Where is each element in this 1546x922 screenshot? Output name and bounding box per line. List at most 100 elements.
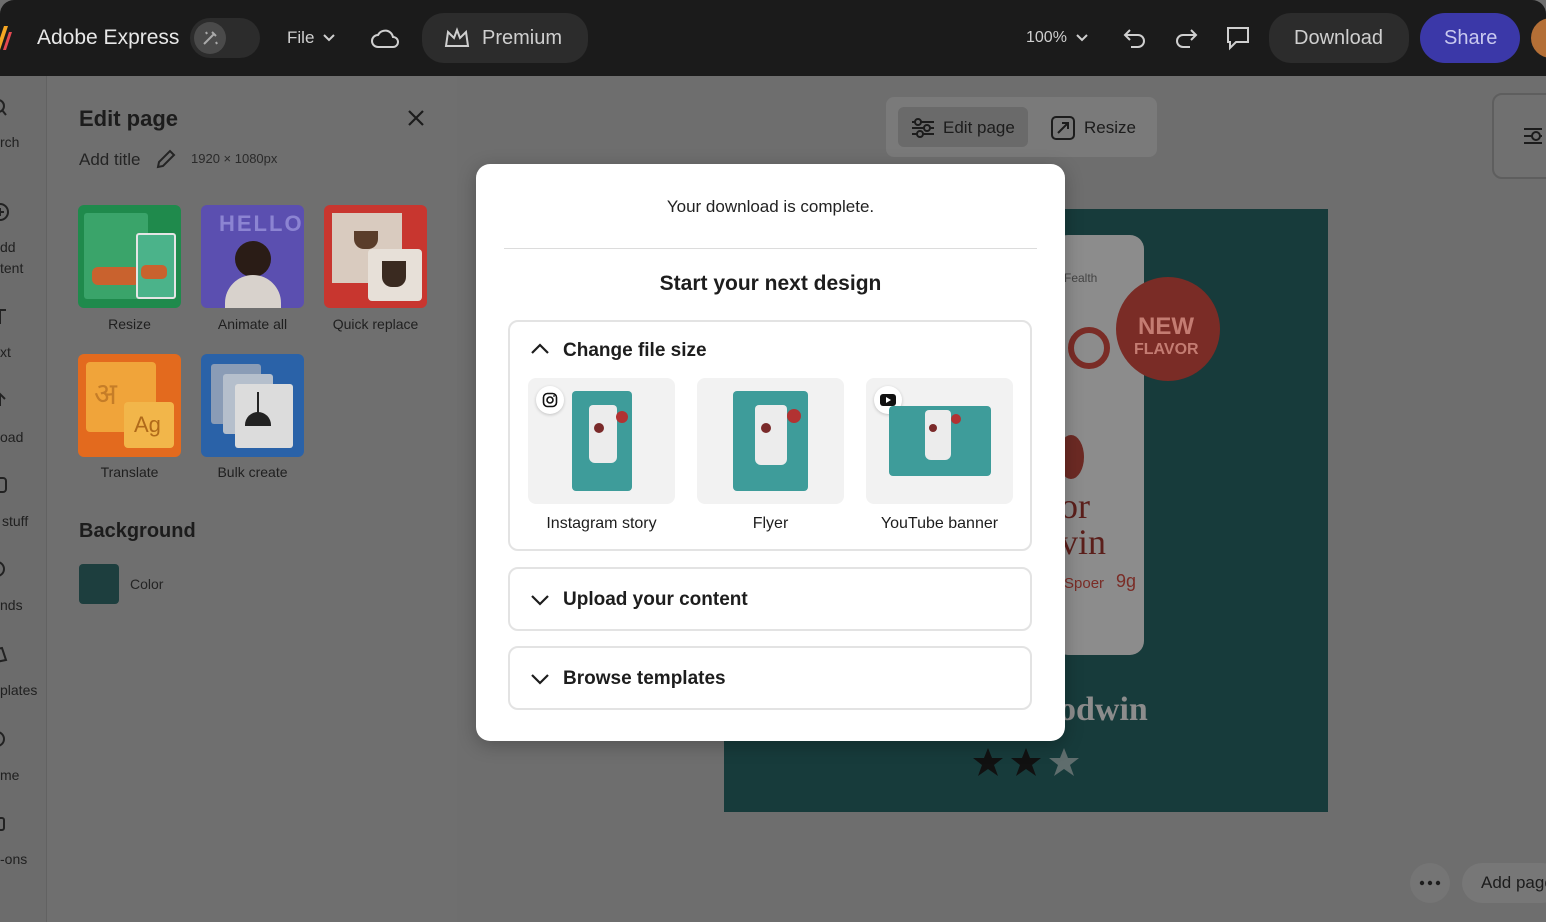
edit-page-chip-label: Edit page (943, 118, 1015, 137)
background-color-swatch[interactable] (79, 564, 119, 604)
download-complete-dialog: Your download is complete. Start your ne… (476, 164, 1065, 741)
app-name: Adobe Express (37, 26, 180, 49)
resize-icon (1051, 116, 1075, 140)
color-label: Color (130, 576, 164, 592)
left-rail: rch dd tent xt oad stuff nds plates me -… (0, 76, 46, 922)
dialog-title: Start your next design (659, 272, 882, 295)
instagram-story-label: Instagram story (546, 515, 657, 532)
adobe-logo-icon[interactable] (0, 26, 12, 50)
add-title-link[interactable]: Add title (79, 150, 140, 170)
edit-page-panel: Edit page Add title 1920 × 1080px Resize… (46, 76, 458, 922)
theme-icon[interactable] (0, 730, 10, 748)
translate-tile[interactable]: अ Ag (78, 354, 181, 457)
change-file-size-section: Change file size Instagram story Flyer Y… (508, 320, 1032, 551)
can-small-1: Spoer (1064, 575, 1105, 592)
youtube-icon (880, 394, 896, 406)
add-page-button[interactable]: Add page (1462, 863, 1546, 903)
bulk-create-tile[interactable] (201, 354, 304, 457)
rail-label-brands[interactable]: nds (0, 597, 23, 613)
bulk-create-tile-label: Bulk create (217, 464, 288, 480)
change-file-size-header[interactable]: Change file size (563, 340, 707, 362)
upload-icon[interactable] (0, 392, 10, 410)
avatar-toggle[interactable] (190, 18, 260, 58)
background-heading: Background (79, 520, 196, 542)
premium-button[interactable]: Premium (422, 13, 588, 63)
can-ring (1068, 327, 1110, 369)
magic-icon (194, 22, 226, 54)
undo-icon[interactable] (1121, 24, 1149, 52)
rail-label-add-2[interactable]: tent (0, 260, 23, 276)
redo-icon[interactable] (1172, 24, 1200, 52)
rail-label-templates[interactable]: plates (0, 682, 37, 698)
zoom-level[interactable]: 100% (1026, 29, 1067, 47)
brands-icon[interactable] (0, 560, 10, 578)
rail-label-theme[interactable]: me (0, 767, 19, 783)
download-label: Download (1294, 27, 1383, 49)
rail-label-text[interactable]: xt (0, 344, 11, 360)
rail-label-upload[interactable]: oad (0, 429, 23, 445)
more-options-button[interactable] (1410, 863, 1450, 903)
pencil-icon[interactable] (155, 148, 177, 170)
page-dimensions: 1920 × 1080px (191, 151, 278, 166)
instagram-story-option[interactable] (528, 378, 675, 504)
download-button[interactable]: Download (1269, 13, 1409, 63)
hello-text: HELLO (219, 211, 304, 236)
dialog-divider (504, 248, 1037, 249)
addons-icon[interactable] (0, 814, 10, 832)
premium-label: Premium (482, 27, 563, 49)
instagram-icon (542, 392, 558, 408)
chevron-down-icon (531, 674, 549, 685)
chevron-down-icon (531, 595, 549, 606)
translate-tile-label: Translate (100, 464, 159, 480)
browse-templates-header: Browse templates (563, 668, 726, 689)
upload-content-section[interactable]: Upload your content (508, 567, 1032, 631)
instagram-story-thumb (572, 391, 632, 491)
resize-chip[interactable]: Resize (1040, 107, 1150, 147)
add-page-label: Add page (1481, 873, 1546, 892)
upload-content-header: Upload your content (563, 589, 748, 610)
instagram-badge (536, 386, 564, 414)
avatar[interactable] (1531, 18, 1546, 58)
share-button[interactable]: Share (1420, 13, 1520, 63)
comment-icon[interactable] (1224, 24, 1252, 52)
flyer-label: Flyer (752, 515, 789, 532)
rail-label-add-1[interactable]: dd (0, 239, 16, 255)
can-word-2: vin (1060, 522, 1107, 562)
search-icon[interactable] (0, 98, 10, 118)
close-icon[interactable] (407, 109, 425, 127)
chevron-down-icon[interactable] (1075, 31, 1089, 45)
health-text: Fealth (1064, 271, 1098, 285)
animate-all-tile-label: Animate all (217, 316, 288, 332)
file-menu[interactable]: File (287, 28, 314, 48)
quick-replace-tile-label: Quick replace (332, 316, 419, 332)
rail-label-search[interactable]: rch (0, 134, 19, 150)
youtube-banner-label: YouTube banner (880, 515, 999, 532)
quick-replace-tile[interactable] (324, 205, 427, 308)
rail-label-stuff[interactable]: stuff (2, 513, 28, 529)
sliders-icon (912, 118, 934, 138)
cloud-icon[interactable] (370, 25, 400, 51)
browse-templates-section[interactable]: Browse templates (508, 646, 1032, 710)
youtube-banner-thumb (889, 406, 991, 476)
youtube-banner-option[interactable] (866, 378, 1013, 504)
add-icon[interactable] (0, 202, 12, 222)
text-icon[interactable] (0, 308, 10, 326)
side-widget[interactable] (1492, 93, 1546, 179)
translate-script-a: अ (94, 378, 117, 411)
floating-toolbar: Edit page Resize (886, 97, 1157, 157)
flyer-thumb (733, 391, 808, 491)
brand-name-text: odwin (1059, 691, 1148, 728)
flyer-option[interactable] (697, 378, 844, 504)
animate-all-tile[interactable]: HELLO (201, 205, 304, 308)
panel-title: Edit page (79, 106, 179, 131)
download-complete-message: Your download is complete. (666, 197, 875, 216)
layers-icon (1524, 128, 1542, 144)
stuff-icon[interactable] (0, 476, 10, 494)
templates-icon[interactable] (0, 646, 10, 664)
resize-tile[interactable] (78, 205, 181, 308)
rail-label-addons[interactable]: -ons (0, 851, 27, 867)
chevron-up-icon[interactable] (530, 342, 550, 356)
edit-page-chip[interactable]: Edit page (898, 107, 1028, 147)
chevron-down-icon[interactable] (322, 31, 336, 45)
translate-script-b: Ag (134, 412, 161, 437)
